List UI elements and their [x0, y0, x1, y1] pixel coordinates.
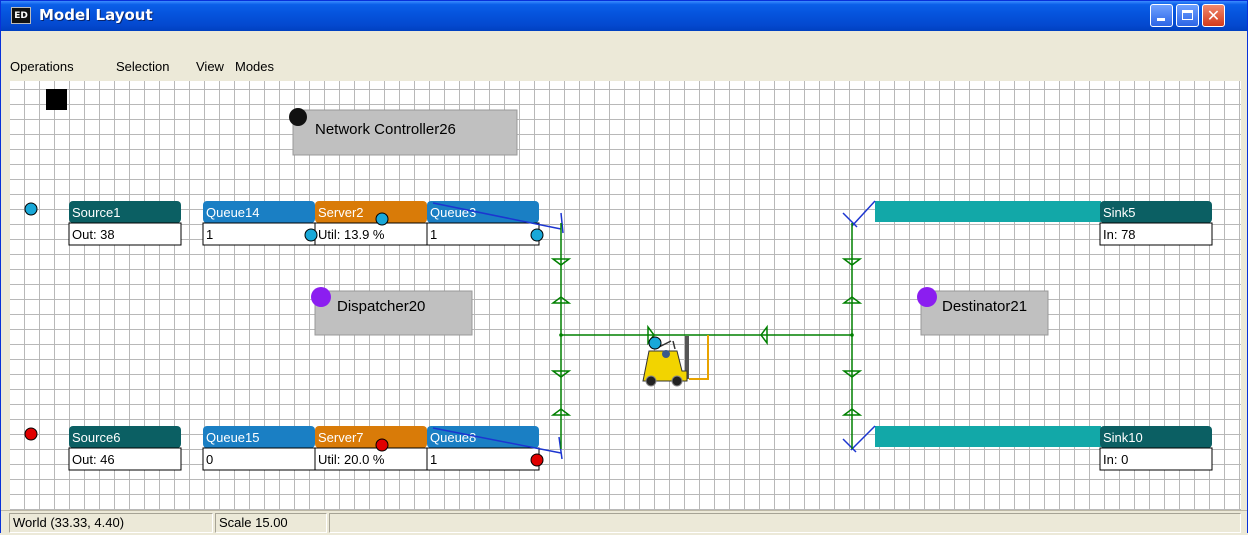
model-drawing: Network Controller26 Dispatcher20 Destin… [24, 89, 1213, 471]
queue8-stat: 1 [430, 452, 437, 467]
queue14-name: Queue14 [206, 205, 260, 220]
path-node[interactable] [850, 333, 854, 337]
destinator-dot[interactable] [917, 287, 937, 307]
source6-stat: Out: 46 [72, 452, 115, 467]
model-layout-window: ED Model Layout ✕ Operations Selection V… [0, 0, 1248, 535]
sink5-stat: In: 78 [1103, 227, 1136, 242]
title-bar[interactable]: ED Model Layout ✕ [1, 1, 1247, 31]
queue14-dot[interactable] [304, 228, 318, 242]
network-controller-label: Network Controller26 [315, 121, 456, 138]
server7-stat: Util: 20.0 % [318, 452, 385, 467]
source1-atom[interactable]: Source1 Out: 38 [68, 201, 182, 246]
network-controller-dot[interactable] [289, 108, 307, 126]
menu-operations[interactable]: Operations [10, 59, 74, 74]
menu-view[interactable]: View [196, 59, 224, 74]
dispatcher-label: Dispatcher20 [337, 298, 425, 315]
maximize-button[interactable] [1176, 4, 1199, 27]
queue8-atom[interactable]: Queue8 1 [426, 426, 540, 471]
status-empty-pane [329, 513, 1241, 533]
close-button[interactable]: ✕ [1202, 4, 1225, 27]
queue15-stat: 0 [206, 452, 213, 467]
sink10-name: Sink10 [1103, 430, 1143, 445]
sink5-atom[interactable]: Sink5 In: 78 [875, 201, 1213, 246]
window-title: Model Layout [39, 6, 153, 24]
menu-selection[interactable]: Selection [116, 59, 169, 74]
sink10-stat: In: 0 [1103, 452, 1128, 467]
sink10-atom[interactable]: Sink10 In: 0 [875, 426, 1213, 471]
server2-atom[interactable]: Server2 Util: 13.9 % [314, 201, 428, 246]
dispatcher-dot[interactable] [311, 287, 331, 307]
server2-stat: Util: 13.9 % [318, 227, 385, 242]
queue3-dot[interactable] [530, 228, 544, 242]
queue8-dot[interactable] [530, 453, 544, 467]
path-node[interactable] [559, 333, 563, 337]
status-bar: World (33.33, 4.40) Scale 15.00 [1, 510, 1247, 535]
forklift-icon[interactable] [642, 335, 709, 387]
server7-name: Server7 [318, 430, 364, 445]
menu-modes[interactable]: Modes [235, 59, 274, 74]
sink5-name: Sink5 [1103, 205, 1136, 220]
queue14-atom[interactable]: Queue14 1 [202, 201, 316, 246]
server7-dot[interactable] [375, 438, 389, 452]
menu-bar: Operations Selection View Modes [1, 31, 1247, 79]
minimize-button[interactable] [1150, 4, 1173, 27]
close-icon: ✕ [1206, 6, 1221, 25]
conveyor-2 [875, 426, 1101, 447]
status-world-coordinates: World (33.33, 4.40) [9, 513, 213, 533]
channel-line [842, 438, 857, 453]
server2-dot[interactable] [375, 212, 389, 226]
queue14-stat: 1 [206, 227, 213, 242]
channel-line [851, 200, 876, 227]
app-icon[interactable]: ED [11, 7, 31, 24]
minimize-icon [1157, 18, 1165, 21]
channel-line [842, 212, 858, 228]
selection-square[interactable] [46, 89, 67, 110]
path-network[interactable] [550, 223, 863, 449]
model-canvas[interactable]: Network Controller26 Dispatcher20 Destin… [10, 81, 1241, 510]
queue15-atom[interactable]: Queue15 0 [202, 426, 316, 471]
server7-atom[interactable]: Server7 Util: 20.0 % [314, 426, 428, 471]
source6-atom[interactable]: Source6 Out: 46 [68, 426, 182, 471]
source6-entry-dot[interactable] [24, 427, 38, 441]
channel-line [850, 425, 876, 451]
status-scale: Scale 15.00 [215, 513, 327, 533]
queue15-name: Queue15 [206, 430, 260, 445]
source1-name: Source1 [72, 205, 120, 220]
queue3-stat: 1 [430, 227, 437, 242]
source6-name: Source6 [72, 430, 120, 445]
destinator-label: Destinator21 [942, 298, 1027, 315]
server2-name: Server2 [318, 205, 364, 220]
source1-stat: Out: 38 [72, 227, 115, 242]
conveyor-1 [875, 201, 1101, 222]
maximize-icon [1182, 10, 1193, 20]
source1-entry-dot[interactable] [24, 202, 38, 216]
queue3-atom[interactable]: Queue3 1 [426, 201, 540, 246]
